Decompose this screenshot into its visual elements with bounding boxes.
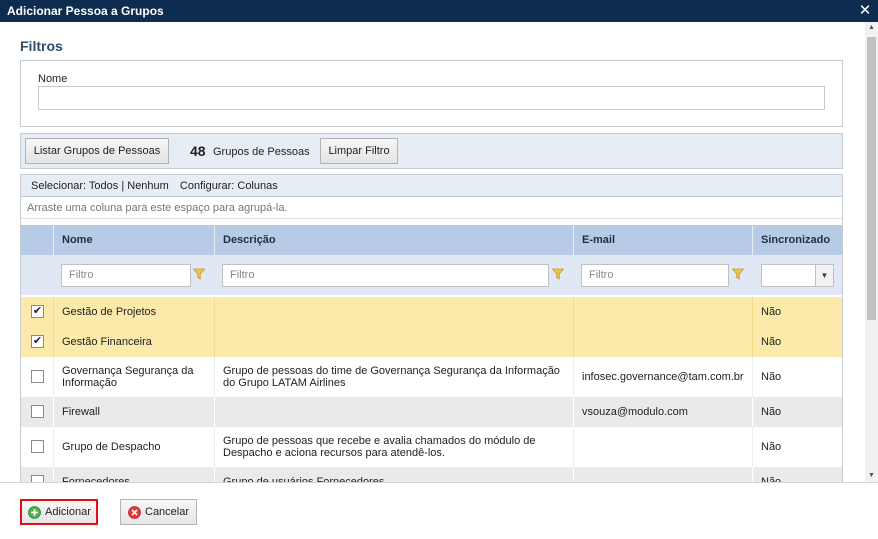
row-email [573, 427, 752, 467]
email-filter-funnel-icon[interactable] [732, 268, 744, 280]
select-separator: | [121, 180, 125, 192]
row-email [573, 297, 752, 327]
table-row[interactable]: Governança Segurança da Informação Grupo… [21, 357, 842, 397]
dialog-title: Adicionar Pessoa a Grupos [0, 0, 878, 22]
row-email [573, 467, 752, 482]
row-checkbox[interactable]: ✔ [31, 335, 44, 348]
config-label: Configurar: [179, 180, 235, 192]
footer-divider [0, 482, 878, 483]
cancel-button-label: Cancelar [145, 506, 190, 518]
cancel-x-icon [128, 506, 141, 519]
header-sync[interactable]: Sincronizado [752, 225, 842, 255]
row-description [214, 297, 573, 327]
row-name: Gestão Financeira [53, 327, 214, 357]
config-columns-link[interactable]: Colunas [237, 180, 277, 192]
dialog-content: Filtros Nome Listar Grupos de Pessoas 48… [0, 22, 865, 482]
row-checkbox[interactable] [31, 405, 44, 418]
row-description: Grupo de usuários Fornecedores. [214, 467, 573, 482]
header-email[interactable]: E-mail [573, 225, 752, 255]
row-name: Governança Segurança da Informação [53, 357, 214, 397]
email-column-filter[interactable]: Filtro [581, 264, 729, 287]
sync-column-filter[interactable]: ▼ [761, 264, 834, 287]
result-count-label: Grupos de Pessoas [213, 146, 310, 158]
dialog-scrollbar[interactable]: ▲ ▼ [865, 22, 878, 482]
list-groups-button[interactable]: Listar Grupos de Pessoas [25, 138, 169, 164]
header-checkbox-column [21, 225, 53, 255]
description-column-filter[interactable]: Filtro [222, 264, 549, 287]
row-sync: Não [752, 297, 842, 327]
row-description [214, 327, 573, 357]
select-none-link[interactable]: Nenhum [127, 180, 169, 192]
row-sync: Não [752, 427, 842, 467]
row-checkbox[interactable] [31, 440, 44, 453]
header-description[interactable]: Descrição [214, 225, 573, 255]
row-checkbox[interactable]: ✔ [31, 305, 44, 318]
grid-filter-row: Filtro Filtro Filtro ▼ [21, 255, 842, 295]
table-row[interactable]: Grupo de Despacho Grupo de pessoas que r… [21, 427, 842, 467]
clear-filter-button[interactable]: Limpar Filtro [320, 138, 398, 164]
filter-panel: Nome [20, 60, 843, 127]
row-name: Grupo de Despacho [53, 427, 214, 467]
close-icon[interactable]: ✕ [858, 0, 872, 22]
group-drop-zone[interactable]: Arraste uma coluna para este espaço para… [21, 197, 842, 219]
row-checkbox[interactable] [31, 475, 44, 482]
dialog-title-text: Adicionar Pessoa a Grupos [7, 4, 164, 18]
scroll-down-icon[interactable]: ▼ [865, 470, 878, 482]
row-name: Firewall [53, 397, 214, 427]
row-checkbox[interactable] [31, 370, 44, 383]
result-count: 48 [190, 143, 206, 159]
chevron-down-icon[interactable]: ▼ [815, 265, 833, 286]
add-button-label: Adicionar [45, 506, 91, 518]
description-filter-funnel-icon[interactable] [552, 268, 564, 280]
name-column-filter[interactable]: Filtro [61, 264, 191, 287]
row-name: Gestão de Projetos [53, 297, 214, 327]
header-name[interactable]: Nome [53, 225, 214, 255]
list-toolbar: Listar Grupos de Pessoas 48 Grupos de Pe… [20, 133, 843, 169]
cancel-button[interactable]: Cancelar [120, 499, 197, 525]
row-description [214, 397, 573, 427]
row-description: Grupo de pessoas do time de Governança S… [214, 357, 573, 397]
row-description: Grupo de pessoas que recebe e avalia cha… [214, 427, 573, 467]
groups-grid: Selecionar: Todos | Nenhum Configurar: C… [20, 174, 843, 482]
select-all-link[interactable]: Todos [89, 180, 118, 192]
row-email: infosec.governance@tam.com.br [573, 357, 752, 397]
name-filter-label: Nome [38, 73, 68, 85]
row-email [573, 327, 752, 357]
row-sync: Não [752, 397, 842, 427]
filters-title: Filtros [20, 38, 63, 54]
add-plus-icon [28, 506, 41, 519]
row-email: vsouza@modulo.com [573, 397, 752, 427]
row-sync: Não [752, 357, 842, 397]
table-row[interactable]: Firewall vsouza@modulo.com Não [21, 397, 842, 427]
table-row[interactable]: ✔ Gestão Financeira Não [21, 327, 842, 357]
table-row[interactable]: Fornecedores Grupo de usuários Fornecedo… [21, 467, 842, 482]
select-label: Selecionar: [31, 180, 87, 192]
name-filter-funnel-icon[interactable] [193, 268, 205, 280]
scroll-up-icon[interactable]: ▲ [865, 22, 878, 34]
row-name: Fornecedores [53, 467, 214, 482]
name-filter-input[interactable] [38, 86, 825, 110]
grid-options-bar: Selecionar: Todos | Nenhum Configurar: C… [21, 175, 842, 197]
row-sync: Não [752, 327, 842, 357]
scrollbar-thumb[interactable] [867, 37, 876, 320]
row-sync: Não [752, 467, 842, 482]
add-button[interactable]: Adicionar [20, 499, 98, 525]
grid-header-row: Nome Descrição E-mail Sincronizado [21, 225, 842, 255]
table-row[interactable]: ✔ Gestão de Projetos Não [21, 297, 842, 327]
